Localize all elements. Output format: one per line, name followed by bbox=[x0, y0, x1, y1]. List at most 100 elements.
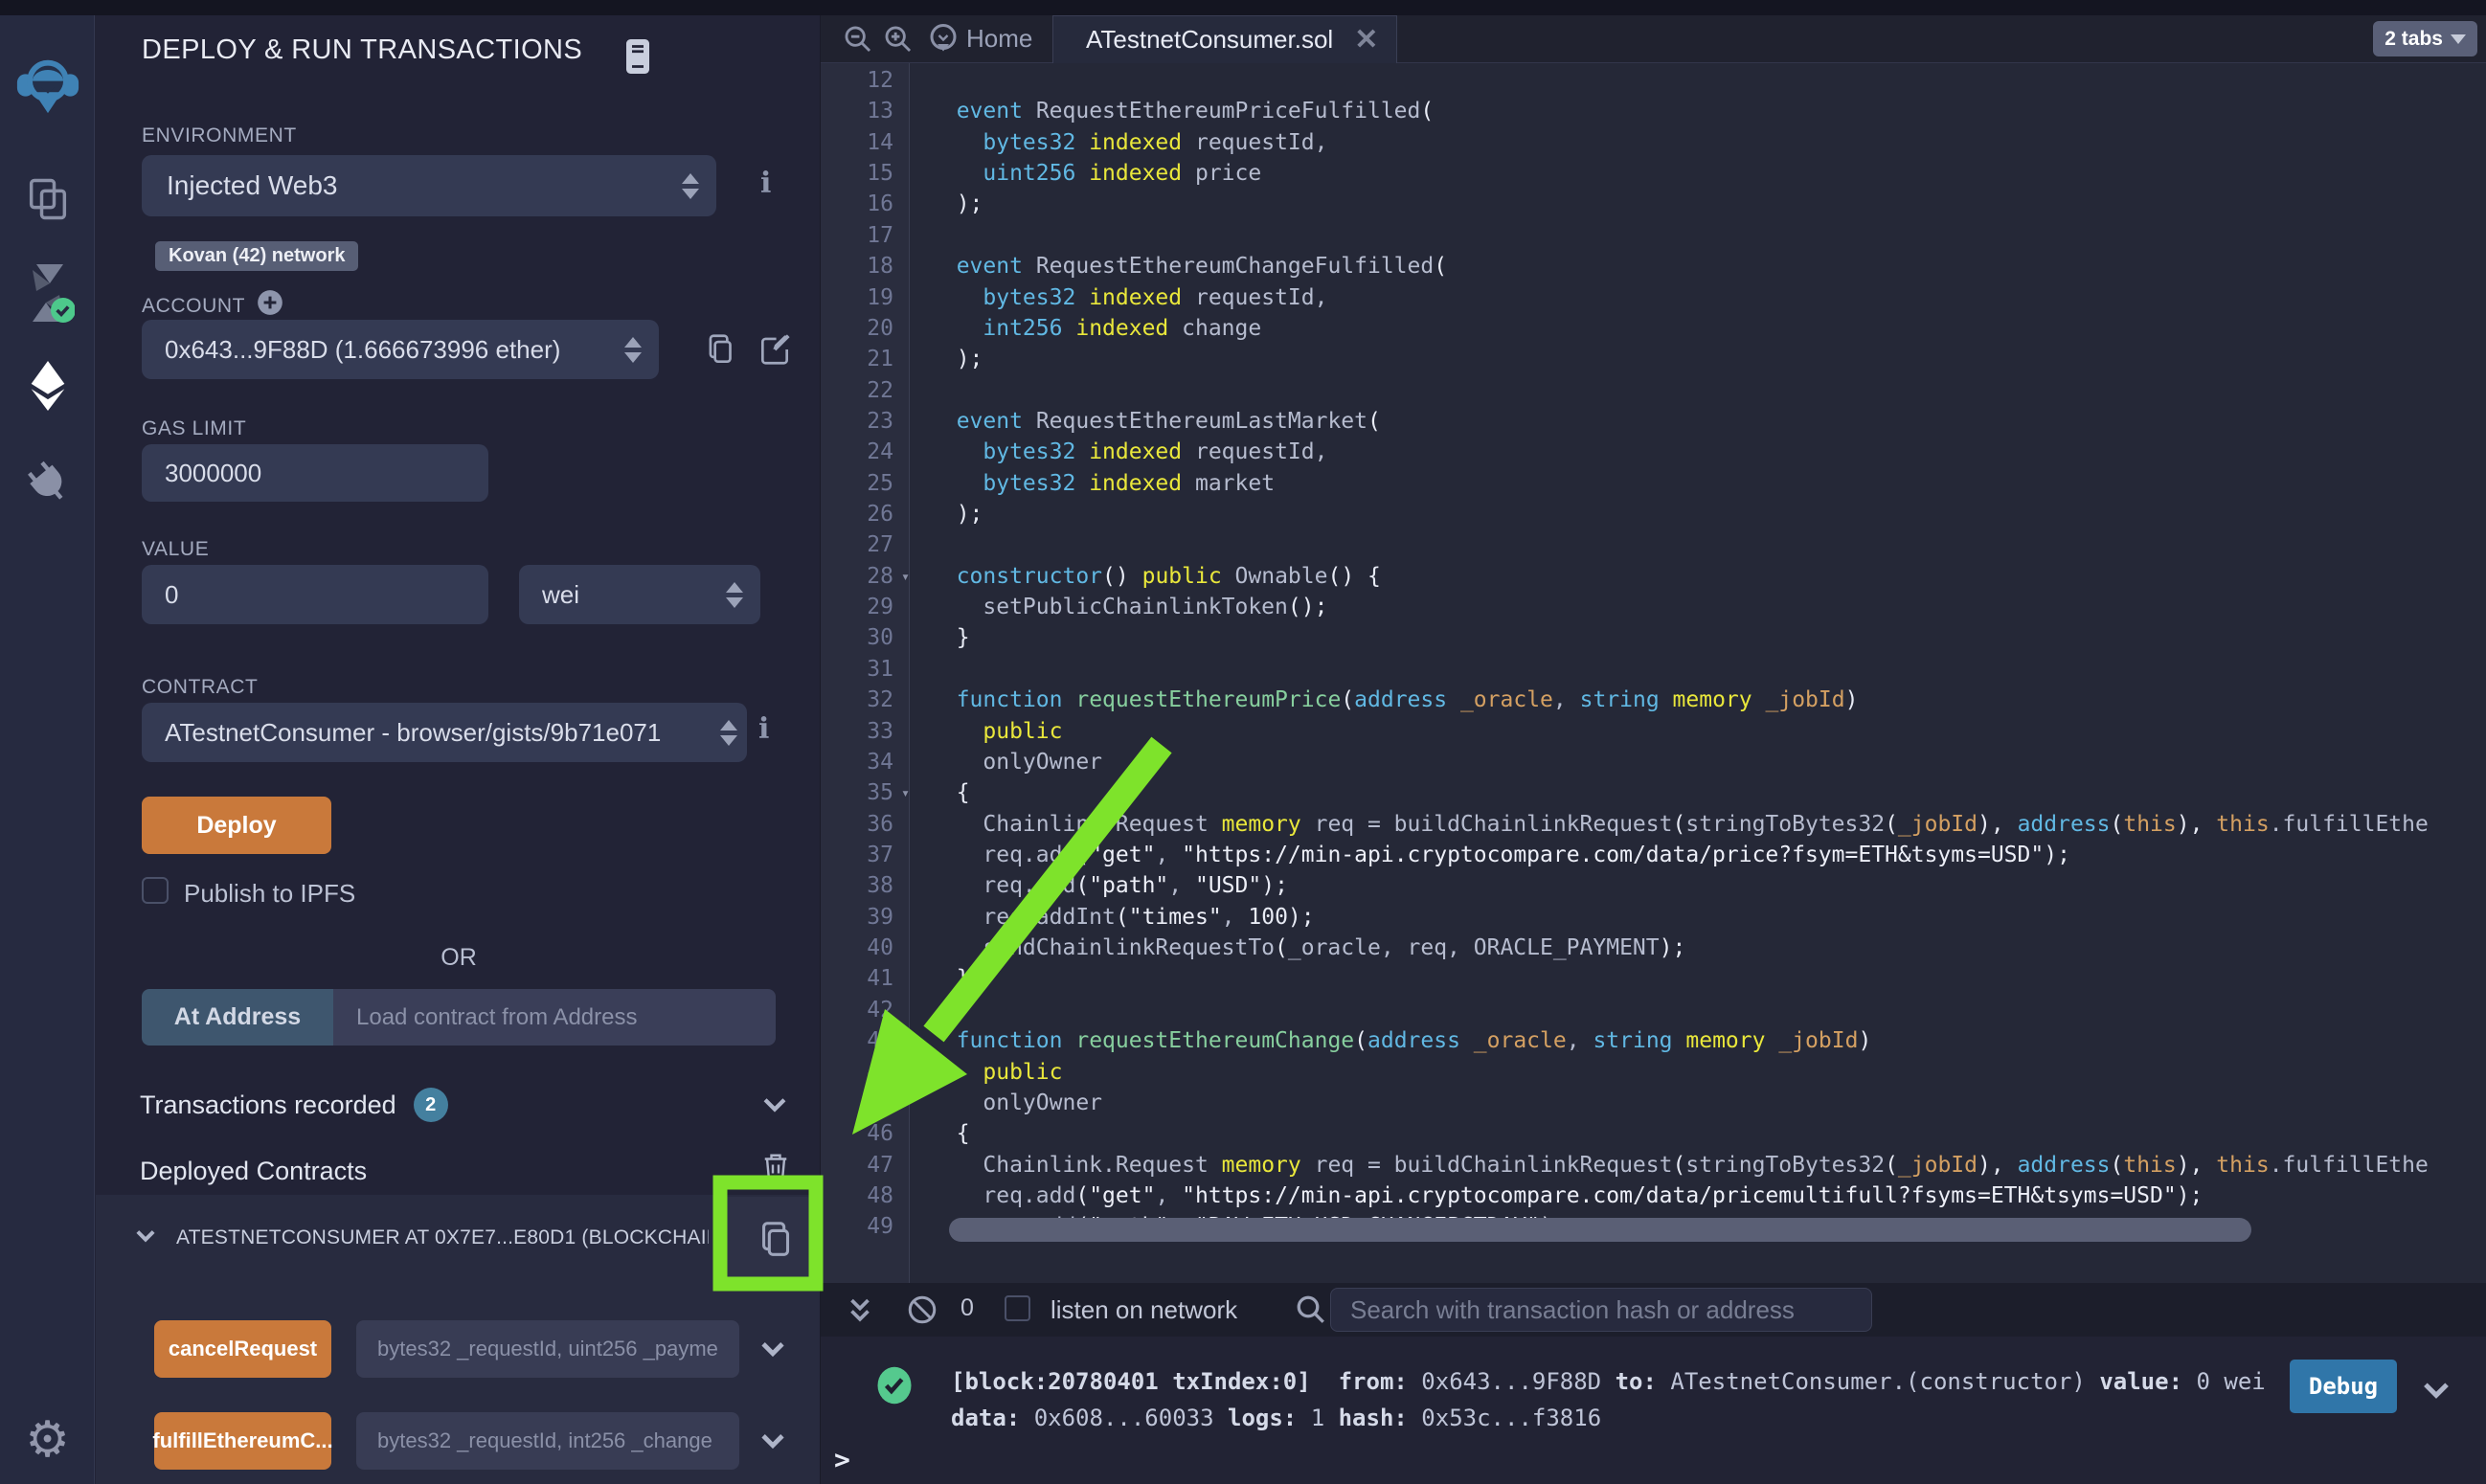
terminal-prompt[interactable]: > bbox=[834, 1444, 850, 1475]
remix-logo[interactable] bbox=[0, 52, 95, 119]
line-number: 25 bbox=[821, 468, 909, 499]
solidity-compiler-icon[interactable] bbox=[0, 262, 95, 324]
clear-console-icon[interactable] bbox=[905, 1293, 939, 1332]
environment-select[interactable]: Injected Web3 bbox=[142, 155, 716, 216]
at-address-input[interactable] bbox=[333, 1004, 776, 1031]
line-number: 41 bbox=[821, 963, 909, 994]
terminal-toolbar: 0 listen on network bbox=[821, 1283, 2486, 1337]
code-line: 42 bbox=[821, 995, 2486, 1025]
tabs-count-dropdown[interactable]: 2 tabs bbox=[2373, 21, 2477, 56]
line-number: 14 bbox=[821, 127, 909, 158]
function-params-wrap bbox=[356, 1320, 739, 1378]
code-line: 24 bytes32 indexed requestId, bbox=[821, 437, 2486, 467]
select-arrows-icon bbox=[726, 582, 760, 608]
terminal-search-input[interactable] bbox=[1331, 1295, 1871, 1325]
code-line: 36 Chainlink.Request memory req = buildC… bbox=[821, 809, 2486, 840]
transactions-recorded-row[interactable]: Transactions recorded 2 bbox=[140, 1088, 448, 1122]
line-number: 33 bbox=[821, 716, 909, 747]
code-line: 31 bbox=[821, 654, 2486, 685]
line-number: 31 bbox=[821, 654, 909, 685]
gas-limit-input[interactable] bbox=[142, 459, 488, 488]
terminal-search-wrap bbox=[1330, 1288, 1872, 1332]
search-icon bbox=[1294, 1293, 1328, 1332]
contract-info-icon[interactable]: i bbox=[758, 712, 769, 746]
code-line: 33 public bbox=[821, 716, 2486, 747]
contract-label: CONTRACT bbox=[142, 676, 258, 699]
tab-home[interactable]: Home bbox=[966, 24, 1032, 54]
zoom-out-icon[interactable] bbox=[842, 23, 874, 60]
tx-log-text: [block:20780401 txIndex:0] from: 0x643..… bbox=[951, 1363, 2279, 1436]
contract-expand-chevron-icon[interactable] bbox=[132, 1222, 159, 1253]
plugin-manager-icon[interactable] bbox=[0, 433, 100, 531]
code-line: 14 bytes32 indexed requestId, bbox=[821, 127, 2486, 158]
contract-select[interactable]: ATestnetConsumer - browser/gists/9b71e07… bbox=[142, 703, 747, 762]
transactions-recorded-label: Transactions recorded bbox=[140, 1091, 396, 1120]
publish-ipfs-checkbox[interactable] bbox=[142, 877, 169, 904]
tabs-count-label: 2 tabs bbox=[2384, 28, 2443, 51]
file-explorer-icon[interactable] bbox=[0, 174, 95, 224]
add-account-icon[interactable] bbox=[257, 289, 283, 321]
function-button-cancelrequest[interactable]: cancelRequest bbox=[154, 1320, 331, 1378]
code-line: 37 req.add("get", "https://min-api.crypt… bbox=[821, 840, 2486, 870]
home-tab-icon[interactable] bbox=[926, 21, 960, 60]
function-expand-chevron-icon[interactable] bbox=[757, 1424, 789, 1461]
listen-network-checkbox[interactable] bbox=[1005, 1295, 1030, 1321]
deployed-contracts-label: Deployed Contracts bbox=[140, 1157, 367, 1186]
code-line: 46 { bbox=[821, 1118, 2486, 1149]
close-tab-icon[interactable]: ✕ bbox=[1354, 23, 1378, 56]
horizontal-scrollbar[interactable] bbox=[949, 1218, 2251, 1242]
function-params-input[interactable] bbox=[356, 1428, 739, 1453]
line-number: 34 bbox=[821, 747, 909, 777]
line-number: 24 bbox=[821, 437, 909, 467]
transactions-chevron-icon[interactable] bbox=[758, 1088, 791, 1125]
code-line: 35▾ { bbox=[821, 777, 2486, 808]
settings-gear-icon[interactable]: ⚙ bbox=[0, 1411, 95, 1469]
code-editor[interactable]: 1213 event RequestEthereumPriceFulfilled… bbox=[821, 63, 2486, 1283]
tab-active-file[interactable]: ATestnetConsumer.sol ✕ bbox=[1052, 15, 1397, 63]
docs-icon[interactable] bbox=[621, 36, 655, 81]
line-number: 21 bbox=[821, 344, 909, 374]
editor-region: Home ATestnetConsumer.sol ✕ 2 tabs 1213 … bbox=[820, 15, 2486, 1484]
line-number: 17 bbox=[821, 220, 909, 251]
fold-marker-icon[interactable]: ▾ bbox=[901, 777, 910, 808]
line-number: 19 bbox=[821, 282, 909, 313]
deployed-contract-row[interactable]: ATESTNETCONSUMER AT 0X7E7...E80D1 (BLOCK… bbox=[132, 1222, 709, 1253]
select-arrows-icon bbox=[720, 720, 747, 746]
edit-account-icon[interactable] bbox=[757, 331, 793, 372]
code-line: 20 int256 indexed change bbox=[821, 313, 2486, 344]
code-line: 23 event RequestEthereumLastMarket( bbox=[821, 406, 2486, 437]
environment-info-icon[interactable]: i bbox=[760, 167, 771, 200]
deploy-run-icon[interactable] bbox=[0, 358, 95, 414]
listen-network-label: listen on network bbox=[1051, 1295, 1237, 1325]
value-unit-select[interactable]: wei bbox=[519, 565, 760, 624]
account-label: ACCOUNT bbox=[142, 295, 245, 318]
function-expand-chevron-icon[interactable] bbox=[757, 1332, 789, 1369]
account-select[interactable]: 0x643...9F88D (1.666673996 ether) bbox=[142, 320, 659, 379]
value-input[interactable] bbox=[142, 580, 488, 610]
expand-terminal-icon[interactable] bbox=[844, 1293, 876, 1332]
code-line: 40 sendChainlinkRequestTo(_oracle, req, … bbox=[821, 933, 2486, 963]
line-number: 43 bbox=[821, 1025, 909, 1056]
code-line: 39 req.addInt("times", 100); bbox=[821, 902, 2486, 933]
fold-marker-icon[interactable]: ▾ bbox=[901, 561, 910, 592]
line-number: 18 bbox=[821, 251, 909, 281]
code-line: 19 bytes32 indexed requestId, bbox=[821, 282, 2486, 313]
value-label: VALUE bbox=[142, 538, 209, 561]
chevron-down-icon bbox=[2451, 34, 2466, 44]
function-params-input[interactable] bbox=[356, 1337, 739, 1361]
pending-tx-count: 0 bbox=[960, 1294, 974, 1322]
debug-button[interactable]: Debug bbox=[2290, 1360, 2397, 1413]
panel-title: DEPLOY & RUN TRANSACTIONS bbox=[142, 34, 582, 66]
environment-label: ENVIRONMENT bbox=[142, 124, 297, 147]
line-number: 20 bbox=[821, 313, 909, 344]
gas-limit-input-wrap bbox=[142, 444, 488, 502]
deploy-button[interactable]: Deploy bbox=[142, 797, 331, 854]
copy-account-icon[interactable] bbox=[703, 331, 739, 372]
log-expand-chevron-icon[interactable] bbox=[2418, 1371, 2454, 1412]
function-button-fulfillethereumchange[interactable]: fulfillEthereumC... bbox=[154, 1412, 331, 1470]
clear-deployed-trash-icon[interactable] bbox=[758, 1149, 793, 1188]
zoom-in-icon[interactable] bbox=[882, 23, 915, 60]
copy-address-icon[interactable] bbox=[755, 1218, 799, 1267]
line-number: 44 bbox=[821, 1057, 909, 1088]
at-address-button[interactable]: At Address bbox=[142, 989, 333, 1046]
